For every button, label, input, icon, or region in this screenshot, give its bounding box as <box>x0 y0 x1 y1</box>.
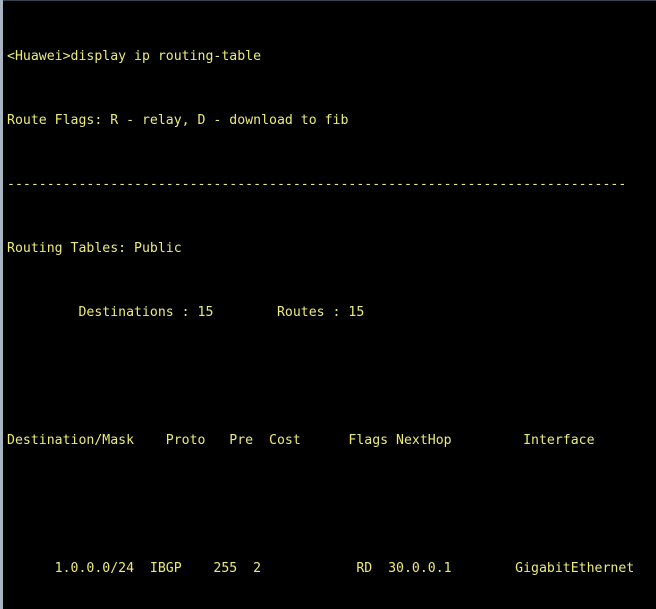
table-header-row: Destination/Mask Proto Pre Cost Flags Ne… <box>7 433 595 448</box>
blank-line-1 <box>7 369 656 385</box>
summary-line: Destinations : 15 Routes : 15 <box>7 305 365 320</box>
command-line: <Huawei>display ip routing-table <box>7 49 262 64</box>
blank-line-2 <box>7 497 656 513</box>
routing-tables-label: Routing Tables: Public <box>7 241 182 256</box>
terminal-output-area[interactable]: <Huawei>display ip routing-table Route F… <box>3 0 656 609</box>
separator-line: ----------------------------------------… <box>7 177 627 192</box>
table-row: 1.0.0.0/24 IBGP 255 2 RD 30.0.0.1 Gigabi… <box>7 561 635 576</box>
route-flags-line: Route Flags: R - relay, D - download to … <box>7 113 349 128</box>
terminal-window[interactable]: <Huawei>display ip routing-table Route F… <box>0 0 656 609</box>
